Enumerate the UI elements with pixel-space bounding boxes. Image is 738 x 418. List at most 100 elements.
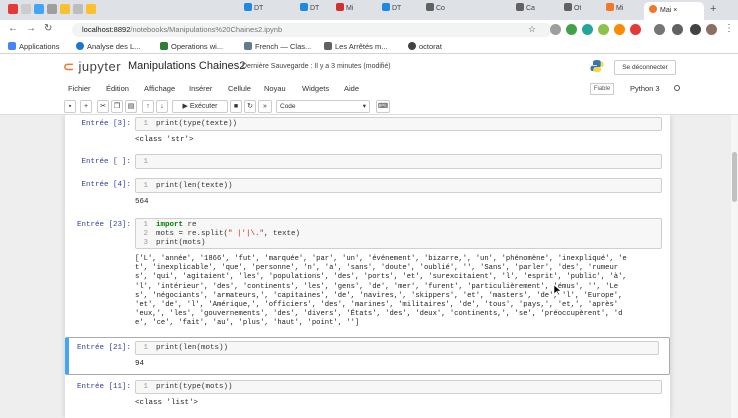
reload-icon[interactable]: ↻ <box>44 23 52 34</box>
cell-prompt: Entrée [3]: <box>81 120 131 128</box>
bookmark-3[interactable]: French — Clas... <box>244 42 311 51</box>
browser-tab-5[interactable]: Ca <box>516 3 535 18</box>
browser-tab-strip: DT DT Mi DT Co Ca Ot Mi Mai × + <box>0 0 738 20</box>
browser-tab-4[interactable]: Co <box>426 3 445 18</box>
cell-prompt: Entrée [23]: <box>76 221 131 229</box>
browser-tab-7[interactable]: Mi <box>606 3 623 18</box>
menu-widgets[interactable]: Widgets <box>302 84 329 93</box>
tab-icon-gray[interactable] <box>47 4 57 14</box>
extension-icon-1[interactable] <box>550 24 561 35</box>
puzzle-icon[interactable] <box>690 24 701 35</box>
bookmark-2[interactable]: Operations wi... <box>160 42 223 51</box>
jupyter-logo[interactable]: ⊂ jupyter <box>63 59 121 75</box>
code-cell[interactable]: Entrée [11]: 1 print(type(mots)) <class '… <box>65 380 670 418</box>
tab-icon-x[interactable] <box>21 4 31 14</box>
save-icon[interactable]: ▪ <box>64 100 76 113</box>
menu-affichage[interactable]: Affichage <box>144 84 175 93</box>
cell-output: <class 'str'> <box>135 136 194 144</box>
cut-icon[interactable]: ✂ <box>97 100 109 113</box>
move-up-icon[interactable]: ↑ <box>142 100 154 113</box>
tab-icon-gray2[interactable] <box>73 4 83 14</box>
tab-icon-yellow2[interactable] <box>86 4 96 14</box>
browser-tab-0[interactable]: DT <box>244 3 263 18</box>
tab-icon-yellow[interactable] <box>60 4 70 14</box>
line-number: 1 <box>143 344 148 352</box>
cell-type-select[interactable]: Code ▾ <box>276 100 370 113</box>
bookmark-1[interactable]: Analyse des L... <box>76 42 140 51</box>
paste-icon[interactable]: ▤ <box>125 100 137 113</box>
restart-icon[interactable]: ↻ <box>244 100 256 113</box>
menu-noyau[interactable]: Noyau <box>264 84 286 93</box>
back-icon[interactable]: ← <box>8 23 18 34</box>
extension-icon-5[interactable] <box>614 24 625 35</box>
url-field[interactable]: localhost:8892/notebooks/Manipulations%2… <box>72 23 552 37</box>
cell-input[interactable]: 1 print(len(texte)) <box>135 178 662 193</box>
notebook-container: Entrée [3]: 1 print(type(texte)) <class '… <box>65 115 670 418</box>
code-cell-selected[interactable]: Entrée [21]: 1 print(len(mots)) 94 <box>65 341 670 373</box>
notebook-area: Entrée [3]: 1 print(type(texte)) <class '… <box>0 115 738 418</box>
menu-edition[interactable]: Édition <box>106 84 129 93</box>
url-path: /notebooks/Manipulations%20Chaines2.ipyn… <box>130 25 283 34</box>
cell-input[interactable]: 1 print(len(mots)) <box>135 341 659 355</box>
kernel-name[interactable]: Python 3 <box>630 84 660 93</box>
browser-tab-6[interactable]: Ot <box>564 3 581 18</box>
extension-icon-7[interactable] <box>654 24 665 35</box>
menu-kebab-icon[interactable]: ⋮ <box>724 23 734 34</box>
bookmark-applications[interactable]: Applications <box>8 42 59 51</box>
code-cell[interactable]: Entrée [4]: 1 print(len(texte)) 564 <box>65 178 670 210</box>
output-line: ['L', 'année', '1866', 'fut', 'marquée',… <box>135 255 627 263</box>
extension-icon-6[interactable] <box>630 24 641 35</box>
move-down-icon[interactable]: ↓ <box>156 100 168 113</box>
bookmark-star-icon[interactable]: ☆ <box>528 24 536 35</box>
run-button[interactable]: ▶ Exécuter <box>172 100 228 113</box>
extension-icon-8[interactable] <box>672 24 683 35</box>
tab-icon-blue[interactable] <box>34 4 44 14</box>
menu-cellule[interactable]: Cellule <box>228 84 251 93</box>
browser-tab-3[interactable]: DT <box>382 3 401 18</box>
forward-icon[interactable]: → <box>26 23 36 34</box>
stop-icon[interactable]: ■ <box>230 100 242 113</box>
output-line: s', 'qui', 'agitaient', 'les', 'populati… <box>135 273 627 282</box>
output-line: 'et', 'de', 'l', 'Amérique,', 'officiers… <box>135 300 619 309</box>
cell-input[interactable]: 1 print(type(mots)) <box>135 380 662 394</box>
new-tab-button[interactable]: + <box>710 3 716 15</box>
cell-input[interactable]: 1 import re 2 mots = re.split(" |'|\.", te… <box>135 218 662 249</box>
line-number: 2 <box>143 230 148 238</box>
cell-input[interactable]: 1 <box>135 154 662 169</box>
bookmark-4[interactable]: Les Arrêtés m... <box>324 42 388 51</box>
extension-icon-4[interactable] <box>598 24 609 35</box>
trusted-indicator[interactable]: Fiable <box>590 83 614 95</box>
bookmark-favicon <box>76 42 84 50</box>
command-palette-icon[interactable]: ⌨ <box>376 100 390 113</box>
bookmark-favicon <box>324 42 332 50</box>
line-number: 1 <box>143 120 148 128</box>
line-number: 1 <box>143 158 148 166</box>
avatar[interactable] <box>706 24 717 35</box>
insert-cell-icon[interactable]: + <box>80 100 92 113</box>
extension-icon-2[interactable] <box>566 24 577 35</box>
cell-output: 564 <box>135 198 149 206</box>
tab-icon-red[interactable] <box>8 4 18 14</box>
scrollbar-thumb[interactable] <box>732 152 737 202</box>
code-cell[interactable]: Entrée [ ]: 1 <box>65 154 670 172</box>
browser-tab-1[interactable]: DT <box>300 3 319 18</box>
copy-icon[interactable]: ❐ <box>111 100 123 113</box>
extension-icon-3[interactable] <box>582 24 593 35</box>
bookmark-5[interactable]: octorat <box>408 42 442 51</box>
code-cell[interactable]: Entrée [3]: 1 print(type(texte)) <class '… <box>65 117 670 149</box>
notebook-title[interactable]: Manipulations Chaines2 <box>128 60 245 72</box>
kernel-status-icon <box>674 85 680 91</box>
code-cell[interactable]: Entrée [23]: 1 import re 2 mots = re.split… <box>65 218 670 334</box>
menu-aide[interactable]: Aide <box>344 84 359 93</box>
apps-grid-icon <box>8 42 16 50</box>
menu-inserer[interactable]: Insérer <box>189 84 212 93</box>
cell-prompt: Entrée [ ]: <box>81 158 131 166</box>
logout-button[interactable]: Se déconnecter <box>614 60 676 75</box>
browser-tab-2[interactable]: Mi <box>336 3 353 18</box>
menu-fichier[interactable]: Fichier <box>68 84 91 93</box>
tab-favicon <box>516 3 524 11</box>
cell-input[interactable]: 1 print(type(texte)) <box>135 117 662 131</box>
url-host: localhost:8892 <box>82 25 131 34</box>
browser-tab-active[interactable]: Mai × <box>644 2 704 20</box>
restart-run-all-icon[interactable]: » <box>258 100 272 113</box>
